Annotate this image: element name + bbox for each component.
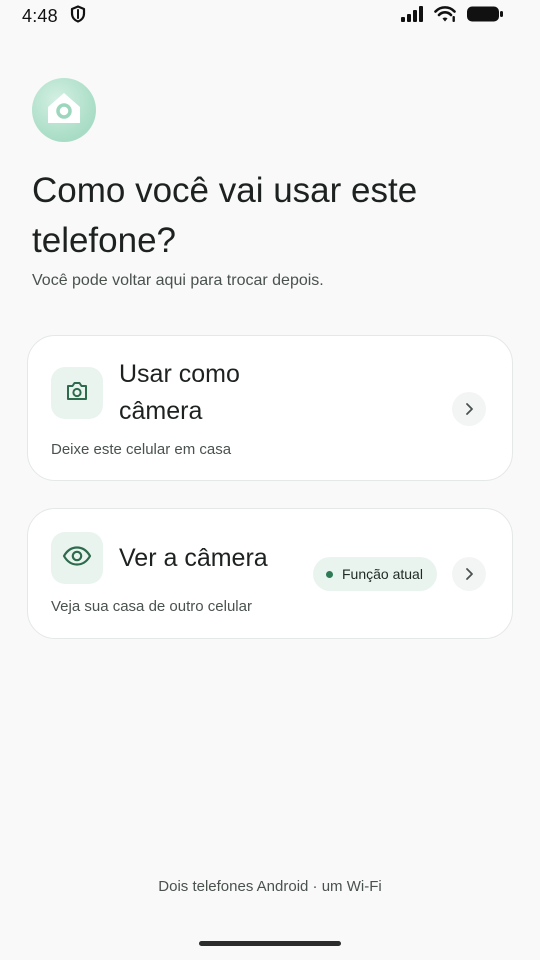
status-dot [326,570,333,578]
chevron-right-icon [452,557,486,591]
status-time: 4:48 [22,5,58,26]
option-description: Veja sua casa de outro celular [51,598,252,615]
shield-icon [70,4,86,28]
signal-icon [400,5,424,28]
page-title: Como você vai usar este telefone? [32,171,418,260]
camera-icon [65,380,89,407]
wifi-icon [434,5,456,28]
status-left: 4:48 [22,4,86,28]
home-icon [45,90,83,131]
eye-icon-tile [51,532,103,584]
status-right [400,5,504,28]
option-title: Ver a câmera [119,544,268,572]
eye-icon [62,545,92,571]
footer-note: Dois telefones Android · um Wi-Fi [158,878,382,895]
home-indicator[interactable] [199,941,341,946]
badge-label: Função atual [342,566,423,582]
page-subtitle: Você pode voltar aqui para trocar depois… [32,272,324,289]
option-title: Usar como câmera [119,360,240,425]
status-bar: 4:48 [0,0,540,32]
app-logo [32,78,96,142]
view-camera-option[interactable]: Ver a câmera Função atual Veja sua casa … [27,508,513,639]
battery-icon [466,5,504,28]
setup-screen: 4:48 Como você vai usar este telefone? V… [0,0,540,960]
camera-icon-tile [51,367,103,419]
use-as-camera-option[interactable]: Usar como câmera Deixe este celular em c… [27,335,513,481]
option-description: Deixe este celular em casa [51,441,232,458]
chevron-right-icon [452,392,486,426]
current-role-badge: Função atual [313,557,437,591]
